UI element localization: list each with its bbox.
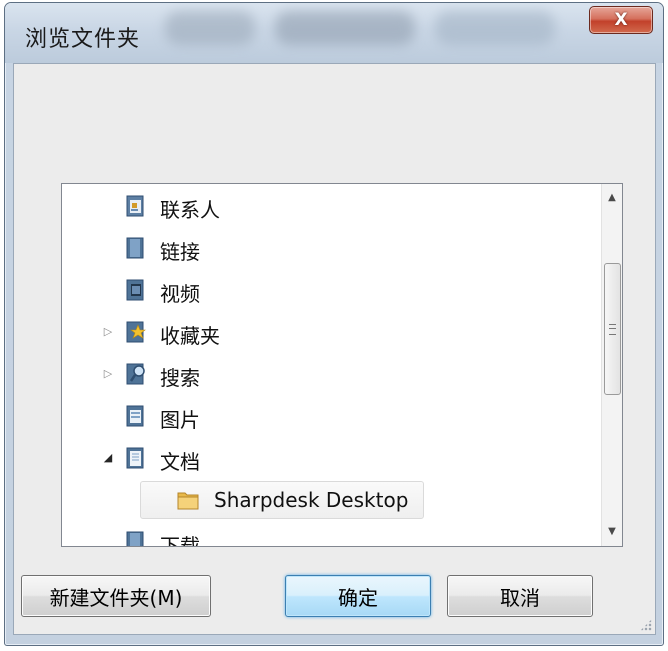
dialog-client-area: 联系人链接视频 ▷ 收藏夹 ▷ 搜索图片 ◢ 文档 Sharpdesk Desktop 下载 ▲… <box>13 63 656 635</box>
collapsed-arrow-icon[interactable]: ▷ <box>102 326 114 338</box>
description-area <box>14 64 655 179</box>
contacts-icon <box>124 194 148 218</box>
videos-folder-icon <box>124 278 148 302</box>
downloads-folder-icon <box>124 530 148 546</box>
new-folder-button[interactable]: 新建文件夹(M) <box>21 575 211 617</box>
tree-row[interactable]: 下载 <box>62 522 602 547</box>
vertical-scrollbar[interactable]: ▲ ▼ <box>601 184 622 546</box>
resize-grip-icon[interactable] <box>640 619 652 631</box>
tree-row[interactable]: ▷ 搜索 <box>62 354 602 394</box>
tree-item-label: 视频 <box>160 282 200 306</box>
glass-blur <box>275 11 415 45</box>
tree-item-label: 搜索 <box>160 366 200 390</box>
searches-folder-icon <box>124 362 148 386</box>
scroll-down-arrow-icon[interactable]: ▼ <box>602 522 622 542</box>
tree-item-label: 图片 <box>160 408 200 432</box>
tree-items: 联系人链接视频 ▷ 收藏夹 ▷ 搜索图片 ◢ 文档 Sharpdesk Desktop 下载 <box>62 184 602 546</box>
window-title: 浏览文件夹 <box>25 27 141 52</box>
scroll-thumb[interactable] <box>604 263 621 395</box>
cancel-button[interactable]: 取消 <box>447 575 593 617</box>
favorites-folder-icon <box>124 320 148 344</box>
grip-icon <box>609 324 616 335</box>
tree-item-label: 文档 <box>160 450 200 474</box>
ok-button[interactable]: 确定 <box>285 575 431 617</box>
tree-row[interactable]: 联系人 <box>62 186 602 226</box>
documents-folder-icon <box>124 446 148 470</box>
pictures-folder-icon <box>124 404 148 428</box>
tree-item-label: Sharpdesk Desktop <box>214 488 409 512</box>
glass-blur <box>435 11 555 45</box>
title-bar[interactable]: 浏览文件夹 X <box>5 3 663 63</box>
tree-row[interactable]: ◢ 文档 <box>62 438 602 478</box>
links-folder-icon <box>124 236 148 260</box>
tree-item-label: 收藏夹 <box>160 324 220 348</box>
tree-item-label: 下载 <box>160 534 200 547</box>
tree-row[interactable]: 图片 <box>62 396 602 436</box>
tree-row[interactable]: Sharpdesk Desktop <box>62 480 602 520</box>
folder-icon <box>176 488 200 512</box>
tree-item-label: 联系人 <box>160 198 220 222</box>
tree-row[interactable]: ▷ 收藏夹 <box>62 312 602 352</box>
close-button[interactable]: X <box>589 6 653 34</box>
glass-blur <box>165 11 255 45</box>
browse-folder-dialog: 浏览文件夹 X 联系人链接视频 ▷ 收藏夹 ▷ 搜索图片 ◢ 文档 Sharpdesk Des… <box>4 2 664 646</box>
tree-row[interactable]: 视频 <box>62 270 602 310</box>
expanded-arrow-icon[interactable]: ◢ <box>102 452 114 464</box>
close-icon: X <box>614 10 628 30</box>
tree-item-label: 链接 <box>160 240 200 264</box>
scroll-up-arrow-icon[interactable]: ▲ <box>602 188 622 208</box>
tree-row[interactable]: 链接 <box>62 228 602 268</box>
collapsed-arrow-icon[interactable]: ▷ <box>102 368 114 380</box>
folder-tree[interactable]: 联系人链接视频 ▷ 收藏夹 ▷ 搜索图片 ◢ 文档 Sharpdesk Desktop 下载 ▲… <box>61 183 623 547</box>
